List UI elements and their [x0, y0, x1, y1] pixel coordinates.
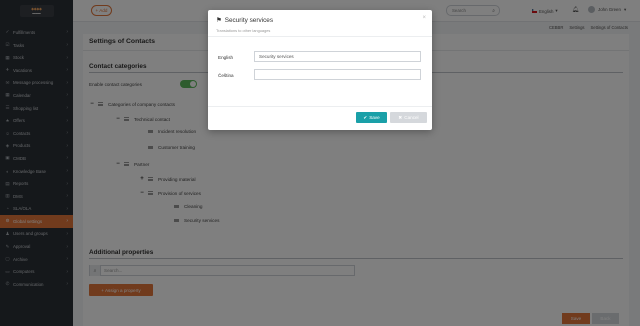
- divider: [208, 36, 432, 37]
- close-icon[interactable]: ×: [422, 15, 426, 21]
- english-label: English: [218, 55, 234, 60]
- flag-icon: ⚑: [216, 17, 222, 24]
- modal-save-label: Save: [369, 115, 380, 120]
- czech-field[interactable]: [254, 69, 421, 80]
- modal-cancel-label: Cancel: [404, 115, 419, 120]
- english-field[interactable]: Security services: [254, 51, 421, 62]
- modal-title: ⚑ Security services: [216, 16, 274, 25]
- check-icon: ✔: [363, 114, 368, 120]
- translation-modal: ⚑ Security services Translations to othe…: [208, 10, 432, 130]
- czech-label: Čeština: [218, 73, 234, 78]
- modal-title-text: Security services: [224, 16, 274, 24]
- close-icon: ✖: [398, 114, 403, 120]
- modal-save-button[interactable]: ✔ Save: [356, 112, 387, 123]
- modal-subtitle: Translations to other languages: [216, 28, 271, 33]
- divider: [208, 106, 432, 107]
- modal-cancel-button[interactable]: ✖ Cancel: [390, 112, 427, 123]
